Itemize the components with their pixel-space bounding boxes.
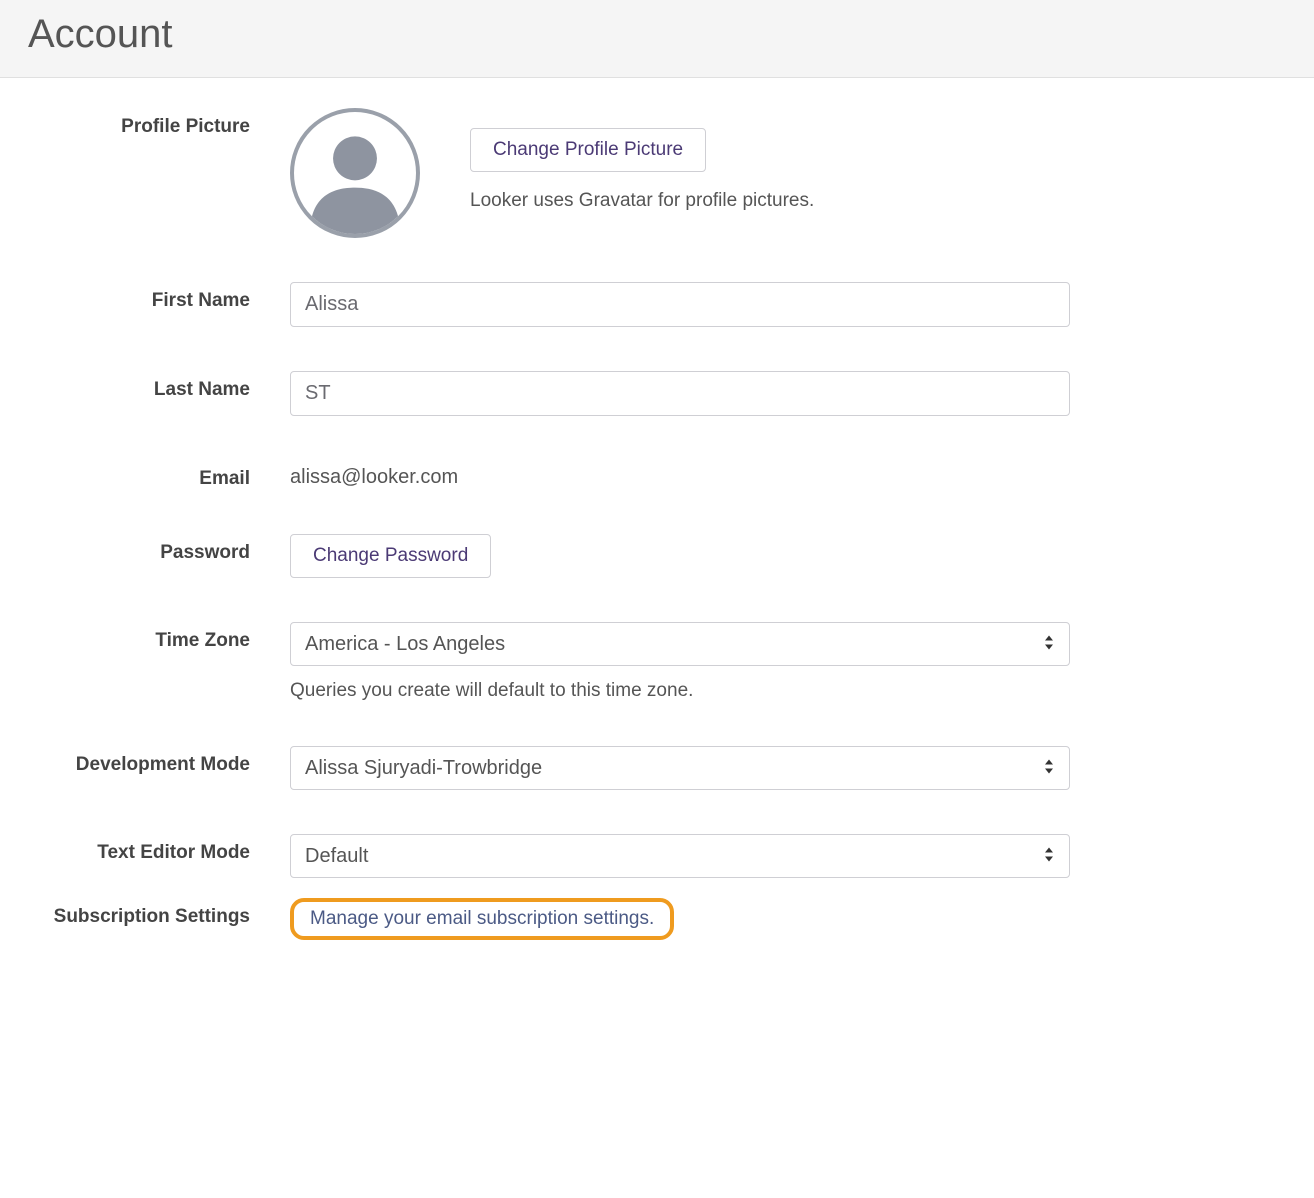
development-mode-select[interactable]: Alissa Sjuryadi-Trowbridge xyxy=(290,746,1070,790)
time-zone-select[interactable]: America - Los Angeles xyxy=(290,622,1070,666)
row-text-editor-mode: Text Editor Mode Default xyxy=(30,834,1284,878)
row-time-zone: Time Zone America - Los Angeles Queries … xyxy=(30,622,1284,702)
label-time-zone: Time Zone xyxy=(30,622,290,652)
change-password-button[interactable]: Change Password xyxy=(290,534,491,578)
profile-picture-help: Looker uses Gravatar for profile picture… xyxy=(470,190,814,212)
row-subscription-settings: Subscription Settings Manage your email … xyxy=(30,898,1284,940)
email-value: alissa@looker.com xyxy=(290,460,1070,489)
row-email: Email alissa@looker.com xyxy=(30,460,1284,490)
label-password: Password xyxy=(30,534,290,564)
label-profile-picture: Profile Picture xyxy=(30,108,290,138)
avatar xyxy=(290,108,420,238)
row-development-mode: Development Mode Alissa Sjuryadi-Trowbri… xyxy=(30,746,1284,790)
time-zone-help: Queries you create will default to this … xyxy=(290,680,1070,702)
row-password: Password Change Password xyxy=(30,534,1284,578)
account-form: Profile Picture Change Profile Picture L… xyxy=(0,78,1314,980)
row-last-name: Last Name xyxy=(30,371,1284,416)
label-email: Email xyxy=(30,460,290,490)
first-name-input[interactable] xyxy=(290,282,1070,327)
change-profile-picture-button[interactable]: Change Profile Picture xyxy=(470,128,706,172)
label-text-editor-mode: Text Editor Mode xyxy=(30,834,290,864)
text-editor-mode-select[interactable]: Default xyxy=(290,834,1070,878)
row-first-name: First Name xyxy=(30,282,1284,327)
last-name-input[interactable] xyxy=(290,371,1070,416)
label-last-name: Last Name xyxy=(30,371,290,401)
page-title: Account xyxy=(28,12,1286,57)
label-development-mode: Development Mode xyxy=(30,746,290,776)
person-icon xyxy=(294,112,416,234)
page-header: Account xyxy=(0,0,1314,78)
label-first-name: First Name xyxy=(30,282,290,312)
manage-subscription-link[interactable]: Manage your email subscription settings. xyxy=(310,908,654,929)
row-profile-picture: Profile Picture Change Profile Picture L… xyxy=(30,108,1284,238)
subscription-link-highlight: Manage your email subscription settings. xyxy=(290,898,674,940)
label-subscription-settings: Subscription Settings xyxy=(30,898,290,928)
